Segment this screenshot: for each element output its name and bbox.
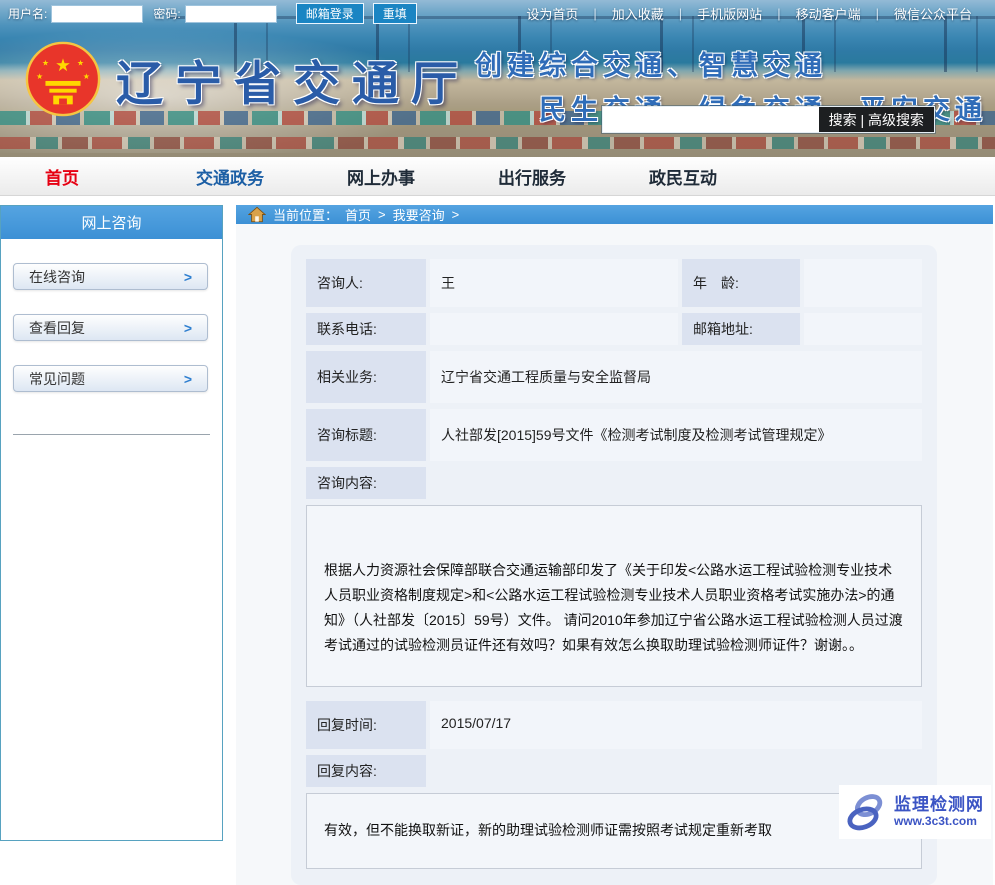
consultation-content-text: 根据人力资源社会保障部联合交通运输部印发了《关于印发<公路水运工程试验检测专业技… — [306, 505, 922, 687]
breadcrumb-home-link[interactable]: 首页 — [345, 205, 371, 224]
nav-item-transport-affairs[interactable]: 交通政务 — [196, 164, 347, 189]
title-label: 咨询标题: — [306, 409, 426, 461]
watermark-site-name: 监理检测网 — [894, 795, 984, 815]
email-login-button[interactable]: 邮箱登录 — [296, 3, 364, 24]
username-input[interactable] — [51, 5, 143, 23]
chevron-right-icon: > — [184, 269, 192, 285]
breadcrumb-separator: > — [378, 207, 386, 222]
search-button[interactable]: 搜索 | 高级搜索 — [819, 107, 934, 132]
watermark-badge: 监理检测网 www.3c3t.com — [839, 785, 991, 839]
business-label: 相关业务: — [306, 351, 426, 403]
breadcrumb: 当前位置： 首页 > 我要咨询 > — [236, 205, 993, 224]
breadcrumb-current-link[interactable]: 我要咨询 — [393, 205, 445, 224]
age-value — [804, 259, 922, 307]
email-value — [804, 313, 922, 345]
content-area: 网上咨询 在线咨询 > 查看回复 > 常见问题 > 当前位置： 首页 > 我要咨… — [0, 196, 995, 841]
svg-text:★: ★ — [36, 72, 43, 81]
sidebar-item-label: 查看回复 — [29, 318, 85, 338]
main-nav: 首页 交通政务 网上办事 出行服务 政民互动 — [0, 157, 995, 196]
svg-text:★: ★ — [77, 58, 84, 67]
divider: | — [593, 6, 596, 21]
chevron-right-icon: > — [184, 371, 192, 387]
mobile-client-link[interactable]: 移动客户端 — [781, 4, 876, 23]
password-label: 密码: — [153, 5, 180, 22]
nav-item-travel-services[interactable]: 出行服务 — [498, 164, 649, 189]
nav-item-online-services[interactable]: 网上办事 — [347, 164, 498, 189]
sidebar-divider — [13, 434, 210, 435]
password-input[interactable] — [185, 5, 277, 23]
login-bar: 用户名: 密码: 邮箱登录 重填 设为首页| 加入收藏| 手机版网站| 移动客户… — [0, 0, 995, 27]
nav-item-home[interactable]: 首页 — [45, 164, 196, 189]
search-input[interactable] — [603, 107, 819, 132]
chevron-right-icon: > — [184, 320, 192, 336]
phone-label: 联系电话: — [306, 313, 426, 345]
rings-logo-icon — [843, 788, 891, 836]
spacer — [430, 467, 922, 499]
page-title: 辽宁省交通厅 — [116, 45, 470, 114]
spacer — [430, 755, 922, 787]
sidebar-title: 网上咨询 — [1, 206, 222, 239]
nav-item-public-interaction[interactable]: 政民互动 — [649, 164, 800, 189]
national-emblem-logo: ★ ★ ★ ★ ★ — [24, 40, 102, 118]
svg-text:★: ★ — [42, 58, 49, 67]
set-homepage-link[interactable]: 设为首页 — [511, 4, 593, 23]
divider: | — [777, 6, 780, 21]
reply-time-value: 2015/07/17 — [430, 701, 922, 749]
breadcrumb-separator: > — [452, 207, 460, 222]
reply-content-label: 回复内容: — [306, 755, 426, 787]
sidebar-item-label: 在线咨询 — [29, 267, 85, 287]
site-search: 搜索 | 高级搜索 — [602, 106, 935, 133]
watermark-url: www.3c3t.com — [894, 815, 984, 829]
main-panel: 当前位置： 首页 > 我要咨询 > 咨询人: 王 年 龄: 联系电话: 邮箱地址… — [236, 205, 993, 841]
title-value: 人社部发[2015]59号文件《检测考试制度及检测考试管理规定》 — [430, 409, 922, 461]
top-links: 设为首页| 加入收藏| 手机版网站| 移动客户端| 微信公众平台 — [511, 4, 987, 23]
divider: | — [876, 6, 879, 21]
age-label: 年 龄: — [682, 259, 800, 307]
reply-text: 有效，但不能换取新证，新的助理试验检测师证需按照考试规定重新考取 — [306, 793, 922, 869]
reply-time-label: 回复时间: — [306, 701, 426, 749]
sidebar-item-view-replies[interactable]: 查看回复 > — [13, 314, 208, 341]
phone-value — [430, 313, 678, 345]
email-label: 邮箱地址: — [682, 313, 800, 345]
business-value: 辽宁省交通工程质量与安全监督局 — [430, 351, 922, 403]
sidebar-item-online-consult[interactable]: 在线咨询 > — [13, 263, 208, 290]
header-banner: 用户名: 密码: 邮箱登录 重填 设为首页| 加入收藏| 手机版网站| 移动客户… — [0, 0, 995, 157]
containers-photo-row2 — [0, 137, 995, 149]
breadcrumb-label: 当前位置： — [273, 205, 338, 224]
sidebar: 网上咨询 在线咨询 > 查看回复 > 常见问题 > — [0, 205, 223, 841]
svg-text:★: ★ — [83, 72, 90, 81]
site-brand: ★ ★ ★ ★ ★ 辽宁省交通厅 — [24, 40, 470, 118]
slogan-line1: 创建综合交通、智慧交通 — [475, 44, 987, 83]
svg-text:★: ★ — [55, 55, 71, 75]
username-label: 用户名: — [8, 5, 47, 22]
home-icon — [248, 206, 266, 223]
sidebar-item-label: 常见问题 — [29, 369, 85, 389]
wechat-public-link[interactable]: 微信公众平台 — [879, 4, 987, 23]
consultant-label: 咨询人: — [306, 259, 426, 307]
watermark-text: 监理检测网 www.3c3t.com — [894, 795, 984, 828]
content-label: 咨询内容: — [306, 467, 426, 499]
mobile-site-link[interactable]: 手机版网站 — [682, 4, 777, 23]
sidebar-item-faq[interactable]: 常见问题 > — [13, 365, 208, 392]
reset-button[interactable]: 重填 — [373, 3, 417, 24]
consultation-table: 咨询人: 王 年 龄: 联系电话: 邮箱地址: 相关业务: 辽宁省交通工程质量与… — [306, 259, 922, 869]
add-favorite-link[interactable]: 加入收藏 — [597, 4, 679, 23]
consultant-value: 王 — [430, 259, 678, 307]
divider: | — [679, 6, 682, 21]
